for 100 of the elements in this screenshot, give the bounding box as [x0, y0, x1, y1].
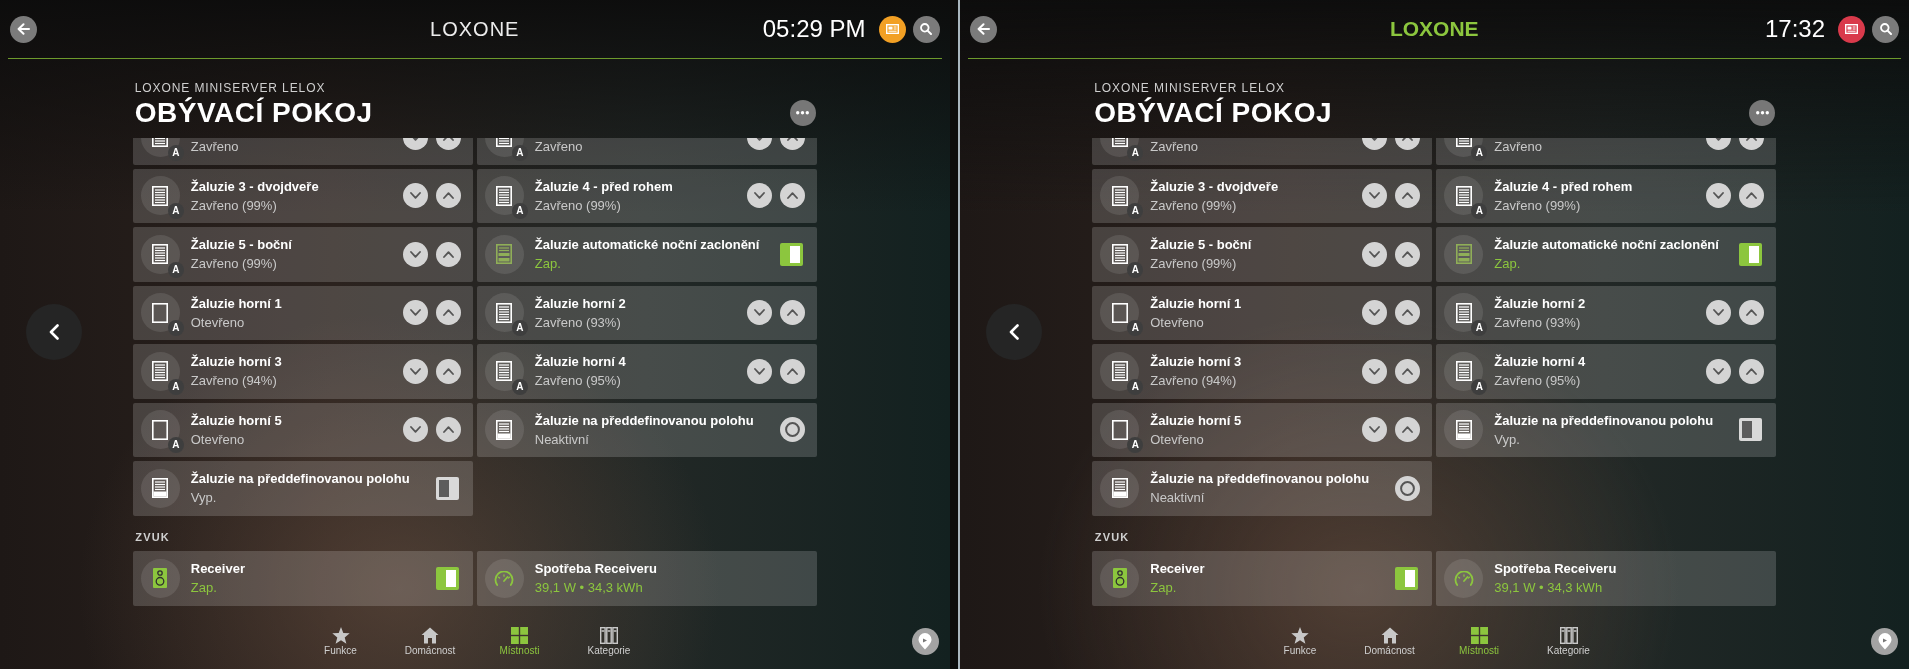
tab-item[interactable]: Místnosti [474, 619, 565, 657]
app-logo: LOXONE [1389, 17, 1479, 41]
toggle-switch[interactable] [435, 566, 459, 590]
down-button[interactable] [1362, 300, 1388, 326]
device-card[interactable]: A Žaluzie horní 5 Otevřeno [1092, 402, 1433, 457]
down-button[interactable] [402, 183, 428, 209]
up-button[interactable] [1395, 358, 1421, 384]
chevron-up-icon [1402, 309, 1414, 317]
down-button[interactable] [1362, 417, 1388, 443]
down-button[interactable] [1706, 300, 1732, 326]
gauge-icon [484, 558, 524, 598]
device-card[interactable]: Žaluzie na předdefinovanou polohu Neaktivní [1092, 461, 1433, 516]
down-button[interactable] [1362, 183, 1388, 209]
device-card[interactable]: A Zavřeno [1436, 138, 1777, 165]
device-card[interactable]: A Žaluzie 5 - boční Zavřeno (99%) [132, 227, 473, 282]
up-button[interactable] [435, 300, 461, 326]
up-button[interactable] [1395, 300, 1421, 326]
up-button[interactable] [435, 241, 461, 267]
up-button[interactable] [779, 183, 805, 209]
back-button[interactable] [10, 15, 37, 43]
toggle-switch[interactable] [779, 242, 803, 266]
down-button[interactable] [1362, 241, 1388, 267]
up-button[interactable] [435, 183, 461, 209]
down-button[interactable] [402, 300, 428, 326]
up-button[interactable] [779, 358, 805, 384]
down-button[interactable] [1706, 183, 1732, 209]
down-button[interactable] [402, 241, 428, 267]
device-card[interactable]: Receiver Zap. [132, 551, 473, 606]
automatic-badge: A [1471, 320, 1488, 337]
search-button[interactable] [912, 15, 940, 43]
device-card[interactable]: A Zavřeno [1092, 138, 1433, 165]
search-button[interactable] [1872, 15, 1899, 43]
device-card[interactable]: A Zavřeno [476, 138, 817, 165]
device-card[interactable]: A Žaluzie horní 2 Zavřeno (93%) [476, 285, 817, 340]
down-button[interactable] [746, 183, 772, 209]
back-button[interactable] [969, 15, 997, 43]
up-button[interactable] [1395, 241, 1421, 267]
device-card[interactable]: Receiver Zap. [1092, 551, 1433, 606]
tab-item[interactable]: Místnosti [1434, 619, 1524, 657]
section-title: ZVUK [1094, 530, 1130, 544]
down-button[interactable] [1362, 358, 1388, 384]
up-button[interactable] [1739, 183, 1765, 209]
device-card[interactable]: A Žaluzie 3 - dvojdveře Zavřeno (99%) [1092, 168, 1433, 223]
card-title: Receiver [1150, 560, 1205, 579]
more-button[interactable] [1749, 100, 1776, 126]
toggle-switch[interactable] [435, 476, 459, 500]
device-card[interactable]: A Žaluzie horní 2 Zavřeno (93%) [1436, 285, 1777, 340]
up-button[interactable] [1395, 417, 1421, 443]
toggle-switch[interactable] [1739, 242, 1763, 266]
tab-item[interactable]: Funkce [1255, 619, 1345, 657]
device-card[interactable]: A Zavřeno [132, 138, 473, 165]
device-card[interactable]: A Žaluzie 4 - před rohem Zavřeno (99%) [476, 168, 817, 223]
tab-item[interactable]: Domácnost [385, 619, 475, 657]
card-title: Žaluzie 5 - boční [190, 236, 292, 255]
device-card[interactable]: Žaluzie na předdefinovanou polohu Vyp. [1436, 402, 1777, 457]
device-card[interactable]: Žaluzie automatické noční zaclonění Zap. [1436, 227, 1777, 282]
chevron-down-icon [753, 192, 765, 200]
down-button[interactable] [402, 358, 428, 384]
tab-item[interactable]: Domácnost [1344, 619, 1435, 657]
chevron-down-icon [1713, 309, 1725, 317]
device-card[interactable]: Žaluzie na předdefinovanou polohu Neaktivní [476, 402, 817, 457]
up-button[interactable] [1739, 300, 1765, 326]
circle-button[interactable] [1395, 475, 1421, 501]
tab-item[interactable]: Funkce [295, 619, 386, 657]
device-card[interactable]: A Žaluzie horní 5 Otevřeno [132, 402, 473, 457]
device-card[interactable]: A Žaluzie 4 - před rohem Zavřeno (99%) [1436, 168, 1777, 223]
device-card[interactable]: Spotřeba Receiveru 39,1 W • 34,3 kWh [476, 551, 817, 606]
toggle-switch[interactable] [1739, 418, 1763, 442]
down-button[interactable] [1706, 358, 1732, 384]
up-button[interactable] [435, 358, 461, 384]
circle-button[interactable] [779, 417, 805, 443]
device-card[interactable]: A Žaluzie horní 4 Zavřeno (95%) [1436, 344, 1777, 399]
toggle-switch[interactable] [1395, 566, 1419, 590]
map-pin-icon [1877, 633, 1892, 650]
down-button[interactable] [746, 300, 772, 326]
more-button[interactable] [789, 100, 816, 126]
up-button[interactable] [1395, 183, 1421, 209]
device-card[interactable]: Spotřeba Receiveru 39,1 W • 34,3 kWh [1436, 551, 1777, 606]
device-card[interactable]: A Žaluzie horní 4 Zavřeno (95%) [476, 344, 817, 399]
device-card[interactable]: A Žaluzie horní 1 Otevřeno [132, 285, 473, 340]
up-button[interactable] [779, 300, 805, 326]
location-button[interactable] [1871, 628, 1898, 655]
card-title: Žaluzie horní 5 [190, 411, 282, 430]
location-button[interactable] [911, 628, 939, 655]
device-card[interactable]: A Žaluzie 3 - dvojdveře Zavřeno (99%) [132, 168, 473, 223]
device-card[interactable]: A Žaluzie 5 - boční Zavřeno (99%) [1092, 227, 1433, 282]
notification-button[interactable] [1838, 15, 1865, 43]
device-card[interactable]: Žaluzie na předdefinovanou polohu Vyp. [132, 461, 473, 516]
up-button[interactable] [1739, 358, 1765, 384]
down-button[interactable] [746, 358, 772, 384]
device-card[interactable]: Žaluzie automatické noční zaclonění Zap. [476, 227, 817, 282]
notification-button[interactable] [878, 15, 906, 43]
tab-item[interactable]: Kategorie [564, 619, 654, 657]
device-card[interactable]: A Žaluzie horní 3 Zavřeno (94%) [132, 344, 473, 399]
up-button[interactable] [435, 417, 461, 443]
automatic-badge: A [1127, 144, 1144, 161]
down-button[interactable] [402, 417, 428, 443]
tab-item[interactable]: Kategorie [1523, 619, 1614, 657]
device-card[interactable]: A Žaluzie horní 1 Otevřeno [1092, 285, 1433, 340]
device-card[interactable]: A Žaluzie horní 3 Zavřeno (94%) [1092, 344, 1433, 399]
